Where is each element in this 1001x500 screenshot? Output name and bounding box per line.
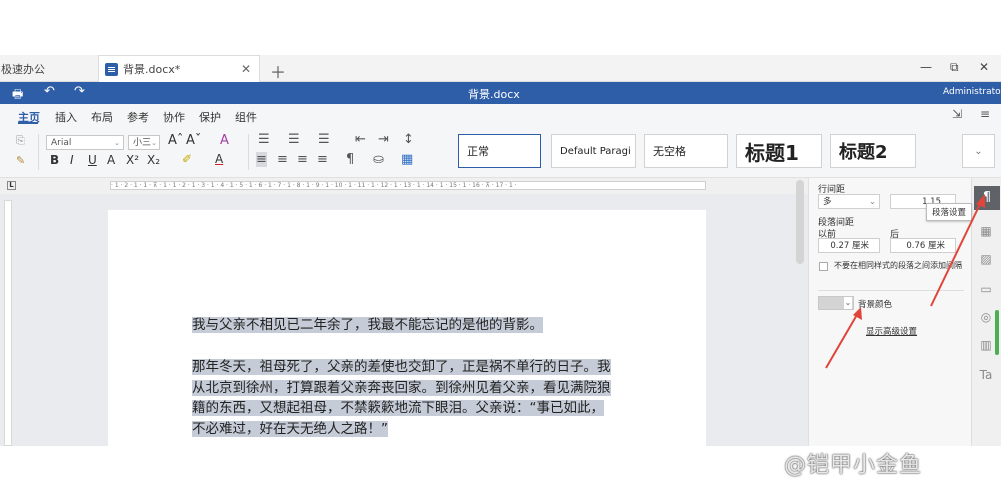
annotation-arrows xyxy=(825,194,985,369)
arrow-to-paragraph-icon xyxy=(930,199,983,307)
watermark: @铠甲小金鱼 xyxy=(784,453,923,478)
arrowhead xyxy=(976,194,985,208)
arrow-to-background-color xyxy=(825,312,859,369)
